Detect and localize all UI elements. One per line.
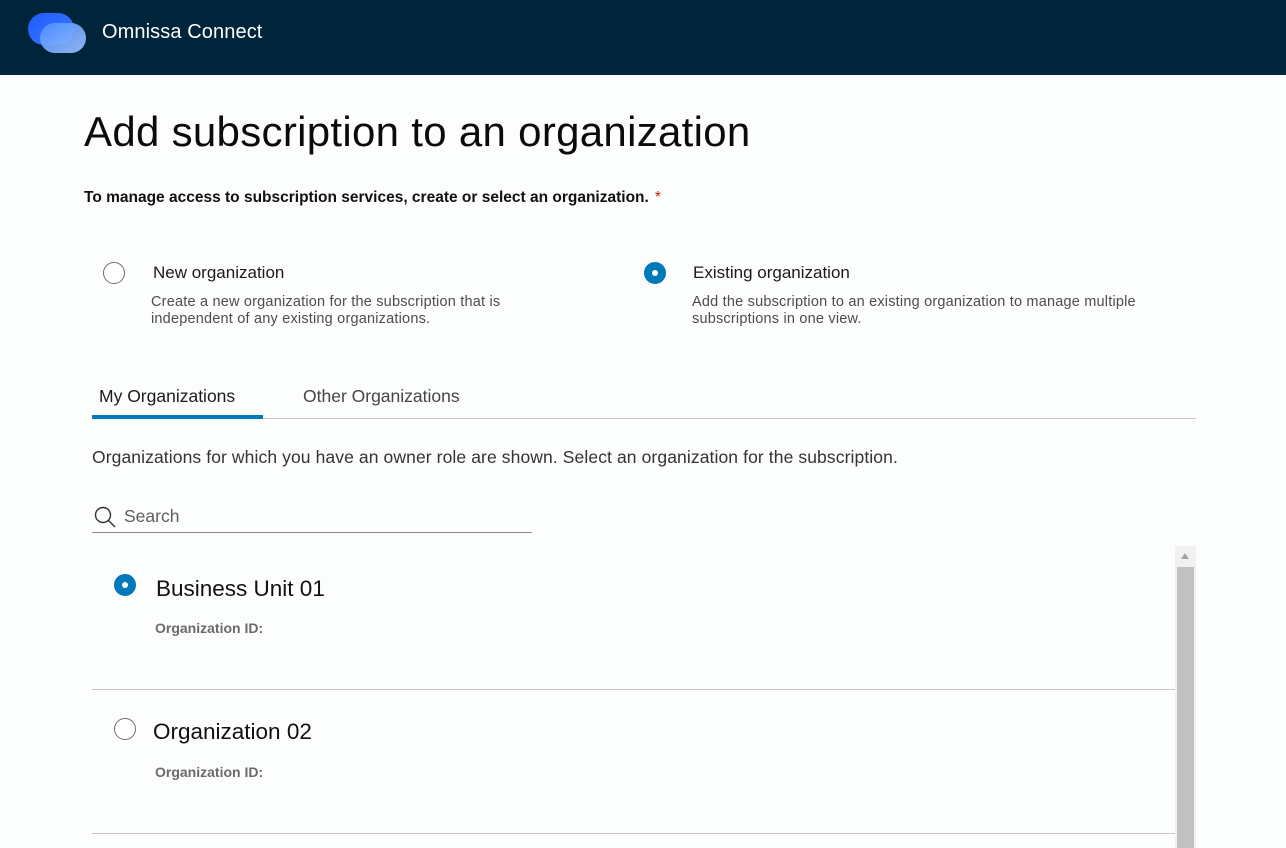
required-marker: * bbox=[654, 189, 661, 206]
search-icon bbox=[94, 506, 116, 528]
tab-description: Organizations for which you have an owne… bbox=[92, 447, 898, 467]
existing-organization-radio[interactable] bbox=[644, 262, 666, 284]
list-item[interactable]: Organization 02 Organization ID: bbox=[92, 690, 1175, 834]
organization-name: Business Unit 01 bbox=[156, 576, 325, 601]
search-input[interactable] bbox=[124, 502, 524, 530]
top-header-bar: Omnissa Connect bbox=[0, 0, 1286, 75]
tab-my-organizations[interactable]: My Organizations bbox=[99, 386, 235, 407]
new-organization-radio[interactable] bbox=[103, 262, 125, 284]
organization-radio[interactable] bbox=[114, 718, 136, 740]
page-title: Add subscription to an organization bbox=[84, 108, 751, 155]
scrollbar-thumb[interactable] bbox=[1177, 567, 1194, 848]
organization-name: Organization 02 bbox=[153, 719, 312, 744]
app-title: Omnissa Connect bbox=[102, 21, 263, 43]
organization-radio[interactable] bbox=[114, 574, 136, 596]
list-item[interactable]: Business Unit 01 Organization ID: bbox=[92, 546, 1175, 690]
new-organization-label[interactable]: New organization bbox=[153, 263, 284, 283]
scroll-up-arrow-icon[interactable] bbox=[1181, 553, 1189, 559]
new-organization-description: Create a new organization for the subscr… bbox=[151, 294, 501, 327]
existing-organization-label[interactable]: Existing organization bbox=[693, 263, 850, 283]
organization-id-label: Organization ID: bbox=[155, 620, 264, 636]
omnissa-logo-icon[interactable] bbox=[28, 13, 86, 55]
search-box[interactable] bbox=[92, 500, 532, 533]
instruction-text: To manage access to subscription service… bbox=[84, 189, 661, 207]
tab-other-organizations[interactable]: Other Organizations bbox=[303, 386, 460, 407]
list-scrollbar[interactable] bbox=[1175, 546, 1196, 848]
active-tab-indicator bbox=[92, 415, 263, 419]
existing-organization-description: Add the subscription to an existing orga… bbox=[692, 294, 1136, 327]
instruction-label: To manage access to subscription service… bbox=[84, 189, 649, 206]
organization-id-label: Organization ID: bbox=[155, 764, 264, 780]
organization-list: Business Unit 01 Organization ID: Organi… bbox=[92, 546, 1196, 848]
